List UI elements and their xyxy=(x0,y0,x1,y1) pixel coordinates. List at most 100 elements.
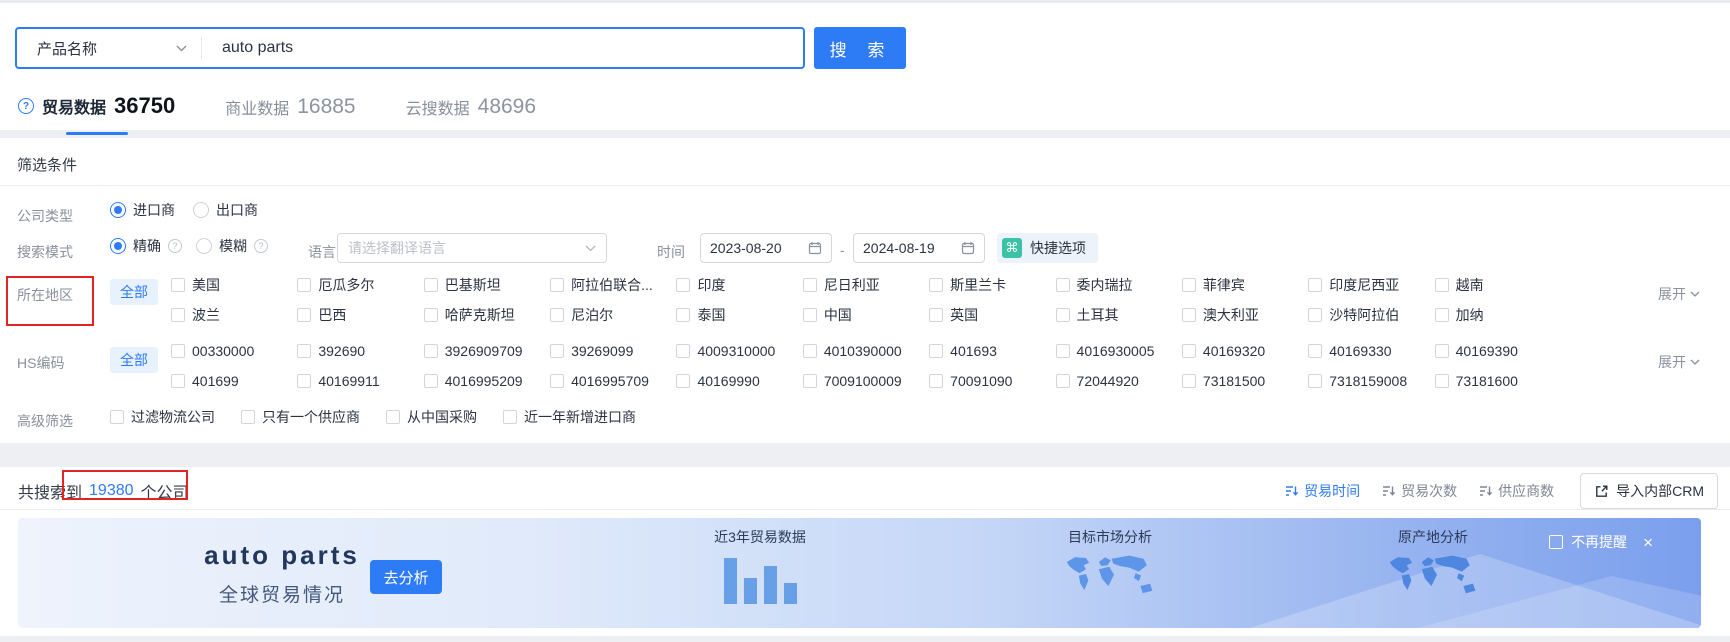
checkbox-icon[interactable] xyxy=(241,410,255,424)
filter-checkbox-item[interactable]: 哈萨克斯坦 xyxy=(423,305,550,325)
filter-checkbox-item[interactable]: 4016995709 xyxy=(550,373,676,389)
filter-checkbox-item[interactable]: 尼泊尔 xyxy=(550,305,676,325)
language-select[interactable]: 请选择翻译语言 xyxy=(337,233,607,263)
checkbox-icon[interactable] xyxy=(676,278,691,292)
filter-checkbox-item[interactable]: 40169911 xyxy=(297,373,423,389)
filter-checkbox-item[interactable]: 392690 xyxy=(297,343,423,359)
checkbox-icon[interactable] xyxy=(171,374,185,388)
region-expand-button[interactable]: 展开 xyxy=(1658,284,1700,304)
checkbox-icon[interactable] xyxy=(802,344,817,358)
checkbox-icon[interactable] xyxy=(676,344,691,358)
question-circle-icon[interactable]: ? xyxy=(168,239,182,253)
tab-trade-data[interactable]: ? 贸易数据 36750 xyxy=(18,93,175,135)
checkbox-icon[interactable] xyxy=(929,278,944,292)
filter-checkbox-item[interactable]: 厄瓜多尔 xyxy=(297,275,423,295)
checkbox-icon[interactable] xyxy=(929,344,944,358)
filter-checkbox-item[interactable]: 40169320 xyxy=(1181,343,1308,359)
filter-checkbox-item[interactable]: 印度 xyxy=(676,275,802,295)
checkbox-icon[interactable] xyxy=(171,278,185,292)
filter-checkbox-item[interactable]: 40169330 xyxy=(1308,343,1434,359)
question-circle-icon[interactable]: ? xyxy=(254,239,268,253)
checkbox-icon[interactable] xyxy=(550,344,565,358)
filter-checkbox-item[interactable]: 中国 xyxy=(802,305,929,325)
filter-checkbox-item[interactable]: 3926909709 xyxy=(423,343,550,359)
checkbox-icon[interactable] xyxy=(1055,278,1070,292)
filter-checkbox-item[interactable]: 巴基斯坦 xyxy=(423,275,550,295)
filter-checkbox-item[interactable]: 73181500 xyxy=(1181,373,1308,389)
checkbox-icon[interactable] xyxy=(1055,374,1070,388)
filter-checkbox-item[interactable]: 澳大利亚 xyxy=(1181,305,1308,325)
checkbox-icon[interactable] xyxy=(1434,374,1449,388)
checkbox-icon[interactable] xyxy=(550,308,565,322)
filter-checkbox-item[interactable]: 泰国 xyxy=(676,305,802,325)
filter-checkbox-item[interactable]: 4009310000 xyxy=(676,343,802,359)
checkbox-icon[interactable] xyxy=(929,374,944,388)
checkbox-icon[interactable] xyxy=(1055,308,1070,322)
hs-code-expand-button[interactable]: 展开 xyxy=(1658,352,1700,372)
checkbox-icon[interactable] xyxy=(423,344,438,358)
filter-checkbox-item[interactable]: 从中国采购 xyxy=(386,407,477,427)
checkbox-icon[interactable] xyxy=(802,308,817,322)
filter-checkbox-item[interactable]: 4016995209 xyxy=(423,373,550,389)
close-icon[interactable]: × xyxy=(1643,534,1653,551)
filter-checkbox-item[interactable]: 沙特阿拉伯 xyxy=(1308,305,1434,325)
checkbox-icon[interactable] xyxy=(171,308,185,322)
filter-checkbox-item[interactable]: 40169390 xyxy=(1434,343,1561,359)
filter-checkbox-item[interactable]: 39269099 xyxy=(550,343,676,359)
checkbox-icon[interactable] xyxy=(110,410,124,424)
checkbox-icon[interactable] xyxy=(676,374,691,388)
checkbox-icon[interactable] xyxy=(423,278,438,292)
checkbox-icon[interactable] xyxy=(171,344,185,358)
sort-trade-time[interactable]: 贸易时间 xyxy=(1285,481,1360,501)
filter-checkbox-item[interactable]: 40169990 xyxy=(676,373,802,389)
filter-checkbox-item[interactable]: 72044920 xyxy=(1055,373,1182,389)
filter-checkbox-item[interactable]: 越南 xyxy=(1434,275,1561,295)
dismiss-checkbox[interactable] xyxy=(1549,535,1564,549)
tab-business-data[interactable]: 商业数据 16885 xyxy=(225,95,355,135)
radio-exact[interactable]: 精确 ? xyxy=(110,236,182,256)
checkbox-icon[interactable] xyxy=(297,374,312,388)
checkbox-icon[interactable] xyxy=(550,374,565,388)
checkbox-icon[interactable] xyxy=(550,278,565,292)
radio-icon[interactable] xyxy=(196,238,212,254)
filter-checkbox-item[interactable]: 只有一个供应商 xyxy=(241,407,360,427)
help-icon[interactable]: ? xyxy=(18,98,34,114)
sort-supplier-count[interactable]: 供应商数 xyxy=(1479,481,1554,501)
tab-cloud-search-data[interactable]: 云搜数据 48696 xyxy=(406,95,536,135)
checkbox-icon[interactable] xyxy=(1181,344,1196,358)
checkbox-icon[interactable] xyxy=(297,308,312,322)
checkbox-icon[interactable] xyxy=(503,410,517,424)
region-all-button[interactable]: 全部 xyxy=(110,279,158,305)
checkbox-icon[interactable] xyxy=(1308,344,1323,358)
radio-exporter[interactable]: 出口商 xyxy=(193,200,258,220)
checkbox-icon[interactable] xyxy=(1434,308,1449,322)
filter-checkbox-item[interactable]: 菲律宾 xyxy=(1181,275,1308,295)
filter-checkbox-item[interactable]: 70091090 xyxy=(929,373,1055,389)
start-date-input[interactable]: 2023-08-20 xyxy=(700,233,832,263)
hs-code-all-button[interactable]: 全部 xyxy=(110,347,158,373)
filter-checkbox-item[interactable]: 00330000 xyxy=(171,343,297,359)
radio-icon[interactable] xyxy=(193,202,209,218)
checkbox-icon[interactable] xyxy=(802,278,817,292)
filter-checkbox-item[interactable]: 401699 xyxy=(171,373,297,389)
checkbox-icon[interactable] xyxy=(1308,308,1323,322)
checkbox-icon[interactable] xyxy=(1434,278,1449,292)
checkbox-icon[interactable] xyxy=(1434,344,1449,358)
checkbox-icon[interactable] xyxy=(1181,278,1196,292)
filter-checkbox-item[interactable]: 7009100009 xyxy=(802,373,929,389)
filter-checkbox-item[interactable]: 印度尼西亚 xyxy=(1308,275,1434,295)
filter-checkbox-item[interactable]: 美国 xyxy=(171,275,297,295)
filter-checkbox-item[interactable]: 加纳 xyxy=(1434,305,1561,325)
filter-checkbox-item[interactable]: 土耳其 xyxy=(1055,305,1182,325)
filter-checkbox-item[interactable]: 委内瑞拉 xyxy=(1055,275,1182,295)
filter-checkbox-item[interactable]: 斯里兰卡 xyxy=(929,275,1055,295)
search-input[interactable] xyxy=(202,29,803,67)
checkbox-icon[interactable] xyxy=(297,344,312,358)
filter-checkbox-item[interactable]: 巴西 xyxy=(297,305,423,325)
checkbox-icon[interactable] xyxy=(1181,308,1196,322)
radio-selected-icon[interactable] xyxy=(110,202,126,218)
end-date-input[interactable]: 2024-08-19 xyxy=(853,233,985,263)
checkbox-icon[interactable] xyxy=(297,278,312,292)
filter-checkbox-item[interactable]: 英国 xyxy=(929,305,1055,325)
checkbox-icon[interactable] xyxy=(386,410,400,424)
